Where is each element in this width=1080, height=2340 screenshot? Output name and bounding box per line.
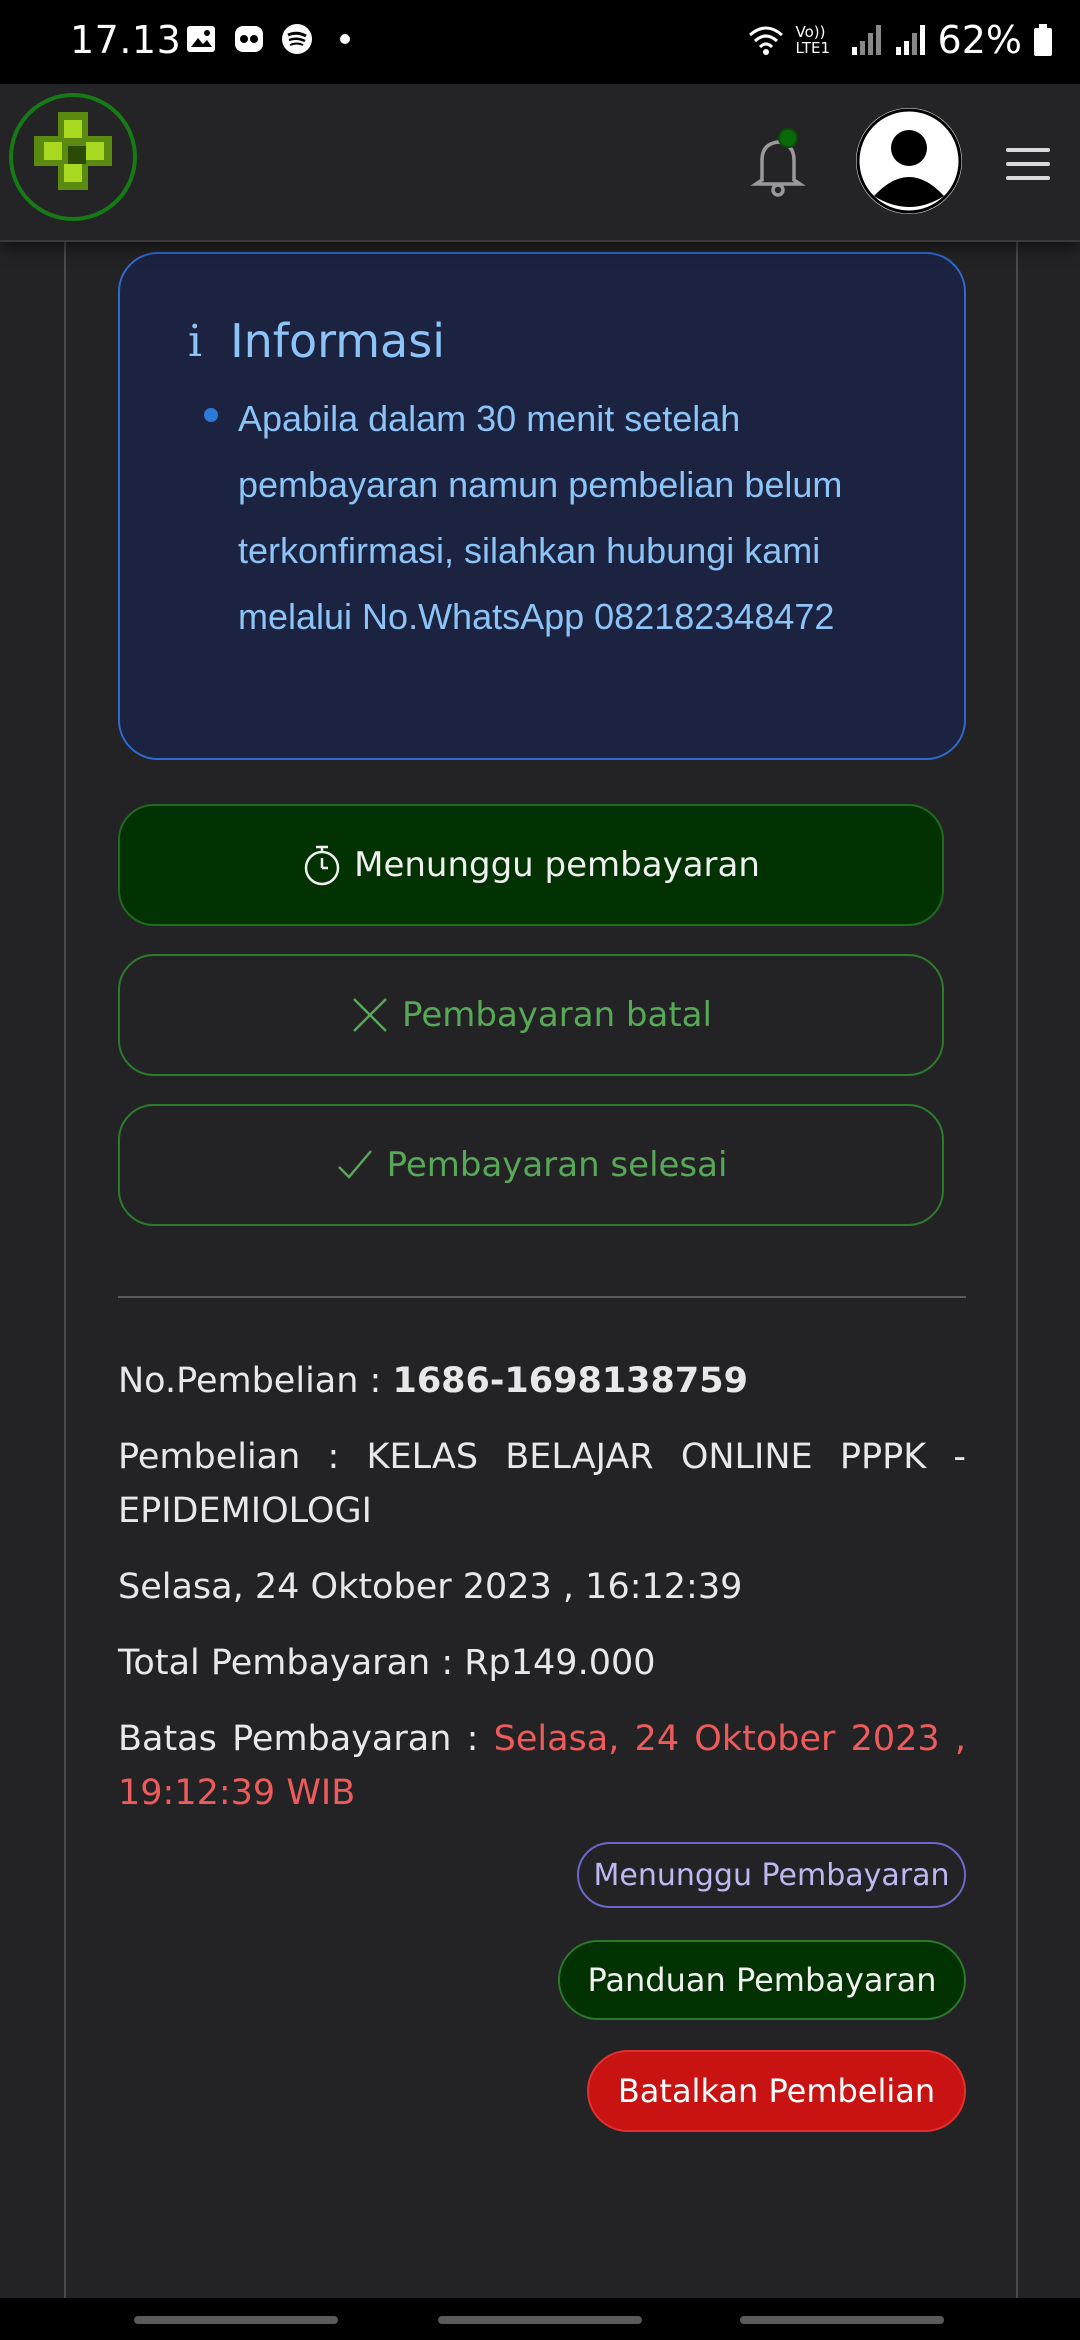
purchase-date: Selasa, 24 Oktober 2023 , 16:12:39 [118,1567,743,1607]
info-list: Apabila dalam 30 menit setelah pembayara… [188,386,904,650]
app-header [0,84,1080,242]
gallery-icon [187,26,215,52]
status-waiting-label: Menunggu pembayaran [354,845,760,885]
status-cancelled: Pembayaran batal [118,954,944,1076]
divider [118,1296,966,1298]
user-avatar[interactable] [856,108,962,214]
order-number: 1686-1698138759 [392,1361,748,1401]
status-waiting: Menunggu pembayaran [118,804,944,926]
check-icon [337,1150,372,1179]
close-icon [353,998,387,1032]
deadline-label: Batas Pembayaran : [118,1719,494,1759]
status-cancelled-label: Pembayaran batal [402,995,712,1035]
info-icon: i [188,315,203,367]
status-bar: 17.13 Vo)) LTE1 62% [0,0,1080,84]
status-time: 17.13 [70,18,182,62]
battery-icon [1034,24,1052,56]
nav-home[interactable] [438,2316,642,2324]
dot-icon [340,34,350,44]
battery-percent: 62% [937,18,1022,62]
nav-back[interactable] [740,2316,944,2324]
status-done: Pembayaran selesai [118,1104,944,1226]
status-done-label: Pembayaran selesai [386,1145,728,1185]
nav-recents[interactable] [134,2316,338,2324]
bullet-icon [204,408,218,422]
info-title: Informasi [230,314,445,368]
total-payment: Total Pembayaran : Rp149.000 [118,1643,656,1683]
system-nav-bar [0,2298,1080,2340]
user-icon [856,108,962,214]
order-number-row: No.Pembelian : 1686-1698138759 [118,1354,966,1408]
info-box: i Informasi Apabila dalam 30 menit setel… [118,252,966,760]
network-label: Vo)) LTE1 [795,23,831,57]
menu-icon[interactable] [1004,146,1052,182]
cpns-logo[interactable] [6,90,140,224]
spotify-icon [282,24,312,54]
signal-icon [851,25,881,55]
signal-icon-2 [895,25,925,55]
wifi-icon [748,26,783,55]
notification-bell-icon[interactable] [748,128,812,198]
status-badge: Menunggu Pembayaran [577,1842,966,1908]
info-text: Apabila dalam 30 menit setelah pembayara… [238,398,843,637]
stopwatch-icon [304,845,340,886]
owl-app-icon [235,26,263,52]
purchase-row: Pembelian : KELAS BELAJAR ONLINE PPPK - … [118,1437,966,1531]
order-number-label: No.Pembelian : [118,1361,393,1401]
payment-deadline-row: Batas Pembayaran : Selasa, 24 Oktober 20… [118,1712,966,1820]
cancel-purchase-button[interactable]: Batalkan Pembelian [587,2050,966,2132]
payment-guide-button[interactable]: Panduan Pembayaran [558,1940,966,2020]
